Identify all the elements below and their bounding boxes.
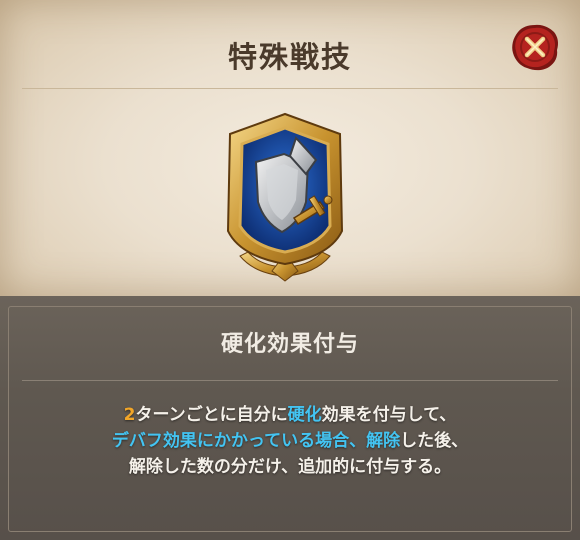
skill-detail-popup: 特殊戦技 硬化効果付与 2ターンごとに自分に硬化効果を付与して、 デバフ効果にか… (0, 0, 580, 540)
description-text: 解除した数の分だけ、追加的に付与する。 (128, 457, 452, 477)
shield-sword-crest-icon (226, 112, 344, 282)
popup-title: 特殊戦技 (227, 40, 352, 74)
description-line-3: 解除した数の分だけ、追加的に付与する。 (0, 454, 580, 480)
description-text: 効果を付与して、 (321, 405, 457, 425)
description-line-1: 2ターンごとに自分に硬化効果を付与して、 (0, 402, 580, 428)
description-line-2: デバフ効果にかかっている場合、解除した後、 (0, 428, 580, 454)
skill-name: 硬化効果付与 (220, 332, 359, 357)
close-button[interactable] (510, 22, 560, 72)
skill-description: 2ターンごとに自分に硬化効果を付与して、 デバフ効果にかかっている場合、解除した… (0, 402, 580, 480)
description-text: ターンごとに自分に (135, 405, 288, 425)
turn-count: 2 (123, 405, 136, 425)
skill-emblem (210, 106, 360, 286)
skill-name-divider (22, 380, 558, 381)
description-text: した後、 (400, 431, 469, 451)
keyword-hardening: 硬化 (287, 405, 322, 425)
close-x-icon (512, 24, 558, 71)
keyword-dispel: 解除 (366, 431, 401, 451)
title-divider (22, 88, 558, 89)
keyword-debuff: デバフ効果にかかっている場合、 (111, 431, 367, 451)
